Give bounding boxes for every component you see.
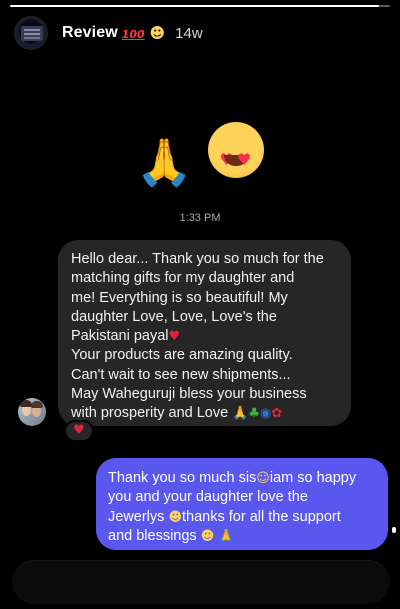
sent-line-4: Jewerlys ☻thanks for all the support <box>108 508 376 527</box>
story-progress-bar <box>10 5 390 7</box>
story-title-emojis: 100 ☻ <box>122 24 165 42</box>
received-line: with prosperity and Love <box>71 405 229 422</box>
received-message-bubble[interactable]: Hello dear... Thank you so much for the … <box>58 240 351 426</box>
sent-line-1: Thank you so much sis☺iam so happy <box>108 469 376 488</box>
smiling-face-icon: ☺ <box>256 471 270 486</box>
heart-eyes-icon: ☻ <box>200 528 215 544</box>
folded-hands-icon: 🙏 <box>218 528 235 544</box>
heart-eyes-icon: ☻ <box>149 24 166 42</box>
sent-line-5: and blessings ☻ 🙏 <box>108 527 376 546</box>
heart-eyes-icon <box>208 122 265 188</box>
heart-eyes-icon: ☻ <box>168 509 182 525</box>
red-heart-icon: ♥ <box>168 329 181 345</box>
story-time-ago: 14w <box>175 24 203 42</box>
received-line: May Waheguruji bless your business <box>71 386 307 403</box>
big-emoji-row: 🙏 <box>0 122 400 190</box>
story-avatar[interactable] <box>14 16 48 50</box>
sent-line: you and your daughter love the <box>108 489 308 506</box>
sent-text: Thank you so much sis <box>108 470 257 486</box>
sent-message-bubble[interactable]: Thank you so much sis☺iam so happy you a… <box>96 458 388 550</box>
received-line: Your products are amazing quality. <box>71 347 293 364</box>
heart-icon: ♥ <box>73 423 85 438</box>
100-icon: 100 <box>121 28 145 41</box>
received-line: daughter Love, Love, Love's the <box>71 308 277 325</box>
received-line-with-heart: Pakistani payal♥ <box>71 327 339 346</box>
received-line-with-emojis: with prosperity and Love 🙏♣◉✿ <box>71 404 339 423</box>
rose-icon: ✿ <box>271 406 283 422</box>
story-title[interactable]: Review <box>62 24 118 42</box>
four-leaf-clover-icon: ♣ <box>248 406 261 422</box>
sent-text: thanks for all the support <box>182 508 341 525</box>
received-line: Pakistani payal <box>71 328 169 345</box>
scroll-indicator <box>392 527 396 533</box>
folded-hands-icon: 🙏 <box>135 135 195 189</box>
sent-text: iam so happy <box>269 470 357 486</box>
story-progress-fill <box>10 5 379 7</box>
sent-text: and blessings <box>108 527 197 544</box>
folded-hands-icon: 🙏 <box>232 406 249 422</box>
received-line: me! Everything is so beautiful! My <box>71 289 288 306</box>
reply-bar[interactable] <box>12 560 390 604</box>
received-line: Can't wait to see new shipments... <box>71 366 291 383</box>
received-line: Hello dear... Thank you so much for the <box>71 251 324 267</box>
sent-text: Jewerlys <box>108 508 165 525</box>
heart-reaction[interactable]: ♥ <box>64 420 94 442</box>
received-line: matching gifts for my daughter and <box>71 270 295 287</box>
story-header: Review 100 ☻ 14w <box>14 16 386 50</box>
nazar-amulet-icon: ◉ <box>260 406 272 422</box>
sender-avatar[interactable] <box>18 398 46 426</box>
message-timestamp: 1:33 PM <box>179 212 221 224</box>
